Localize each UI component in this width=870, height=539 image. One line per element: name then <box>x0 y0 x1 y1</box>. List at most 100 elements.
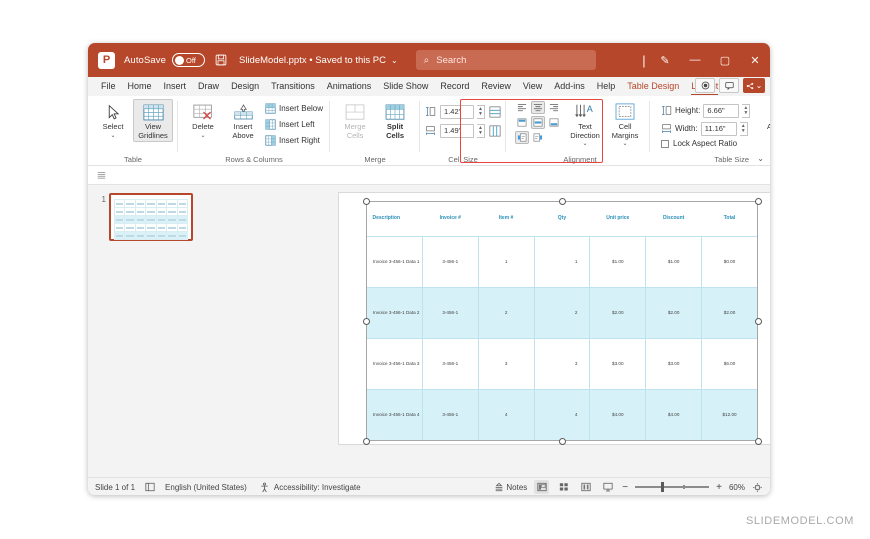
cell-total[interactable]: $2.00 <box>702 287 758 338</box>
insert-below-button[interactable]: Insert Below <box>263 101 325 116</box>
zoom-slider-thumb[interactable] <box>661 482 664 492</box>
resize-handle-top-left[interactable] <box>363 198 370 205</box>
minimize-button[interactable]: — <box>680 54 710 66</box>
align-middle-button[interactable] <box>531 116 545 129</box>
cell-item[interactable]: 4 <box>478 389 534 440</box>
pen-icon[interactable]: ✎ <box>650 54 680 67</box>
delete-button[interactable]: Delete ⌄ <box>183 99 223 141</box>
fit-to-window-icon[interactable] <box>752 482 763 493</box>
distribute-columns-icon[interactable] <box>489 125 501 137</box>
table-height-arrows[interactable]: ▲▼ <box>742 104 750 118</box>
table-row[interactable]: Invoice 3-456-1 Data 2 3-456-1 2 2 $2.00… <box>367 287 758 338</box>
cell-description[interactable]: Invoice 3-456-1 Data 3 <box>367 338 423 389</box>
cell-qty[interactable]: 2 <box>534 287 590 338</box>
insert-left-button[interactable]: Insert Left <box>263 117 325 132</box>
share-button[interactable]: ⌄ <box>743 78 765 93</box>
cell-qty[interactable]: 1 <box>534 236 590 287</box>
normal-view-button[interactable] <box>534 480 549 494</box>
view-gridlines-button[interactable]: View Gridlines <box>133 99 173 142</box>
close-button[interactable]: ✕ <box>740 54 770 67</box>
tab-draw[interactable]: Draw <box>192 77 225 96</box>
resize-handle-top-right[interactable] <box>755 198 762 205</box>
resize-handle-bottom-right[interactable] <box>755 438 762 445</box>
tab-record[interactable]: Record <box>434 77 475 96</box>
table-width-arrows[interactable]: ▲▼ <box>740 122 748 136</box>
resize-handle-bottom-left[interactable] <box>363 438 370 445</box>
cell-description[interactable]: Invoice 3-456-1 Data 4 <box>367 389 423 440</box>
resize-handle-bottom-center[interactable] <box>559 438 566 445</box>
cell-discount[interactable]: $3.00 <box>646 338 702 389</box>
thumbnail-row[interactable]: 1 <box>88 193 208 241</box>
cell-item[interactable]: 2 <box>478 287 534 338</box>
align-center-button[interactable] <box>531 101 545 114</box>
cell-width-field[interactable]: 1.49" <box>440 124 474 138</box>
cell-unit-price[interactable]: $4.00 <box>590 389 646 440</box>
cell-discount[interactable]: $2.00 <box>646 287 702 338</box>
slideshow-button[interactable] <box>600 480 615 494</box>
table-width-spinner[interactable]: 11.16" ▲▼ <box>701 121 748 136</box>
tab-home[interactable]: Home <box>122 77 158 96</box>
select-button[interactable]: Select ⌄ <box>93 99 133 141</box>
chevron-down-icon[interactable]: ⌄ <box>583 141 588 147</box>
cell-height-field[interactable]: 1.42" <box>440 105 474 119</box>
arrange-button[interactable]: Arrange ⌄ <box>758 99 770 141</box>
table-row[interactable]: Invoice 3-456-1 Data 3 3-456-1 3 3 $3.00… <box>367 338 758 389</box>
text-direction-rotate-button[interactable] <box>531 131 545 144</box>
slide-sorter-button[interactable] <box>556 480 571 494</box>
cell-height-spinner[interactable]: 1.42" ▲▼ <box>440 104 485 119</box>
cell-invoice[interactable]: 3-456-1 <box>422 236 478 287</box>
chevron-down-icon[interactable]: ⌄ <box>200 133 205 139</box>
chevron-down-icon[interactable]: ⌄ <box>391 56 398 65</box>
tab-slide-show[interactable]: Slide Show <box>377 77 434 96</box>
cell-unit-price[interactable]: $3.00 <box>590 338 646 389</box>
collapse-ribbon-button[interactable]: ⌄ <box>757 154 764 163</box>
resize-handle-top-center[interactable] <box>559 198 566 205</box>
cell-discount[interactable]: $1.00 <box>646 236 702 287</box>
reading-view-button[interactable] <box>578 480 593 494</box>
cell-qty[interactable]: 4 <box>534 389 590 440</box>
save-icon[interactable] <box>215 54 227 66</box>
notes-page-icon[interactable] <box>145 482 155 492</box>
split-cells-button[interactable]: Split Cells <box>375 99 415 142</box>
cell-invoice[interactable]: 3-456-1 <box>422 287 478 338</box>
tab-insert[interactable]: Insert <box>158 77 193 96</box>
table-height-field[interactable]: 6.66" <box>703 104 739 118</box>
document-title[interactable]: SlideModel.pptx • Saved to this PC <box>239 55 386 66</box>
slide-count[interactable]: Slide 1 of 1 <box>95 483 135 492</box>
chevron-down-icon[interactable]: ⌄ <box>110 133 115 139</box>
cell-height-arrows[interactable]: ▲▼ <box>477 105 485 119</box>
tab-help[interactable]: Help <box>591 77 622 96</box>
cell-invoice[interactable]: 3-456-1 <box>422 338 478 389</box>
chevron-down-icon[interactable]: ⌄ <box>623 141 628 147</box>
table-height-spinner[interactable]: 6.66" ▲▼ <box>703 103 750 118</box>
cell-qty[interactable]: 3 <box>534 338 590 389</box>
cell-total[interactable]: $12.00 <box>702 389 758 440</box>
record-button[interactable] <box>695 78 715 93</box>
autosave-toggle[interactable]: Off <box>172 53 205 67</box>
text-direction-horizontal-button[interactable] <box>515 131 529 144</box>
cell-margins-button[interactable]: Cell Margins ⌄ <box>605 99 645 149</box>
tab-animations[interactable]: Animations <box>321 77 378 96</box>
slide-canvas[interactable]: Description Invoice # Item # Qty Unit pr… <box>339 193 770 444</box>
cell-description[interactable]: Invoice 3-456-1 Data 2 <box>367 287 423 338</box>
tab-view[interactable]: View <box>517 77 548 96</box>
cell-total[interactable]: $6.00 <box>702 338 758 389</box>
zoom-level[interactable]: 60% <box>729 483 745 492</box>
zoom-out-button[interactable]: − <box>622 482 628 493</box>
cell-width-spinner[interactable]: 1.49" ▲▼ <box>440 123 485 138</box>
gridlines-icon[interactable] <box>97 171 106 180</box>
tab-transitions[interactable]: Transitions <box>265 77 321 96</box>
zoom-slider[interactable] <box>635 486 709 488</box>
slide-table[interactable]: Description Invoice # Item # Qty Unit pr… <box>366 201 758 441</box>
table-row[interactable]: Invoice 3-456-1 Data 4 3-456-1 4 4 $4.00… <box>367 389 758 440</box>
cell-invoice[interactable]: 3-456-1 <box>422 389 478 440</box>
tab-review[interactable]: Review <box>475 77 517 96</box>
table-row[interactable]: Invoice 3-456-1 Data 1 3-456-1 1 1 $1.00… <box>367 236 758 287</box>
tab-file[interactable]: File <box>95 77 122 96</box>
comments-button[interactable] <box>719 78 739 93</box>
insert-right-button[interactable]: Insert Right <box>263 133 325 148</box>
cell-discount[interactable]: $4.00 <box>646 389 702 440</box>
resize-handle-middle-right[interactable] <box>755 318 762 325</box>
table-width-field[interactable]: 11.16" <box>701 122 737 136</box>
tab-add-ins[interactable]: Add-ins <box>548 77 591 96</box>
